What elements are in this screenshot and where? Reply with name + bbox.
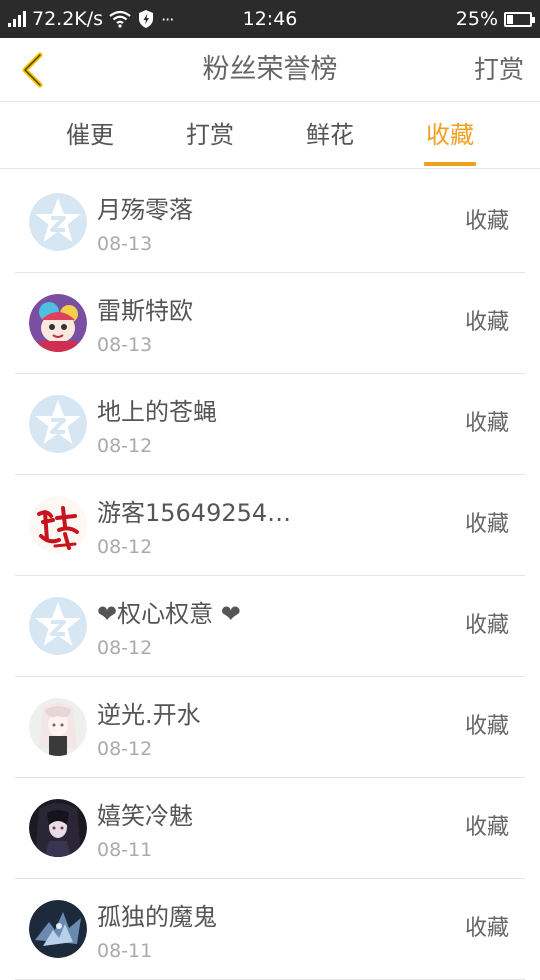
tab-flowers[interactable]: 鲜花 <box>270 102 390 168</box>
avatar <box>29 698 87 756</box>
title-bar: 粉丝荣誉榜 打赏 <box>0 38 540 102</box>
fan-date: 08-13 <box>97 233 153 255</box>
fan-name: ❤权心权意 ❤ <box>97 600 241 628</box>
active-tab-indicator <box>424 162 476 166</box>
list-item[interactable]: 孤独的魔鬼 08-11 收藏 <box>15 879 525 980</box>
fan-date: 08-12 <box>97 435 153 457</box>
fan-date: 08-11 <box>97 940 153 962</box>
shield-icon <box>139 10 154 28</box>
fan-date: 08-12 <box>97 738 153 760</box>
list-item[interactable]: 嬉笑冷魅 08-11 收藏 <box>15 778 525 879</box>
tab-label: 催更 <box>66 121 114 149</box>
tab-label: 打赏 <box>186 121 234 149</box>
avatar <box>29 294 87 352</box>
favorite-label: 收藏 <box>464 209 509 234</box>
favorite-label: 收藏 <box>464 916 509 941</box>
list-item[interactable]: 游客15649254… 08-12 收藏 <box>15 475 525 576</box>
avatar <box>29 799 87 857</box>
fan-date: 08-13 <box>97 334 153 356</box>
chevron-left-icon <box>22 52 43 88</box>
favorite-label: 收藏 <box>464 310 509 335</box>
tab-favorites[interactable]: 收藏 <box>390 102 510 168</box>
tab-label: 鲜花 <box>306 121 354 149</box>
reward-button[interactable]: 打赏 <box>474 38 524 101</box>
fan-name: 逆光.开水 <box>97 701 201 729</box>
status-bar: 72.2K/s ··· 12:46 25% <box>0 0 540 38</box>
network-speed: 72.2K/s <box>32 8 104 30</box>
list-item[interactable]: ❤权心权意 ❤ 08-12 收藏 <box>15 576 525 677</box>
tab-reward[interactable]: 打赏 <box>150 102 270 168</box>
favorite-label: 收藏 <box>464 512 509 537</box>
fan-date: 08-12 <box>97 536 153 558</box>
favorite-label: 收藏 <box>464 613 509 638</box>
fan-name: 雷斯特欧 <box>97 297 193 325</box>
battery-icon <box>504 11 535 27</box>
more-notifications-icon: ··· <box>161 9 174 29</box>
list-item[interactable]: 雷斯特欧 08-13 收藏 <box>15 273 525 374</box>
avatar <box>29 395 87 453</box>
avatar <box>29 900 87 958</box>
signal-icon <box>8 11 26 27</box>
page-title: 粉丝荣誉榜 <box>202 54 338 85</box>
tab-label: 收藏 <box>426 121 474 149</box>
fan-name: 地上的苍蝇 <box>97 398 217 426</box>
fan-list: 月殇零落 08-13 收藏 雷斯特欧 08-13 收藏 地上的苍蝇 08-12 … <box>0 172 540 980</box>
wifi-icon <box>109 10 131 28</box>
tab-urge[interactable]: 催更 <box>30 102 150 168</box>
favorite-label: 收藏 <box>464 815 509 840</box>
fan-date: 08-12 <box>97 637 153 659</box>
battery-percent: 25% <box>455 8 498 30</box>
fan-name: 月殇零落 <box>97 196 193 224</box>
avatar <box>29 193 87 251</box>
fan-date: 08-11 <box>97 839 153 861</box>
back-button[interactable] <box>10 48 54 92</box>
tab-bar: 催更 打赏 鲜花 收藏 <box>0 102 540 169</box>
fan-name: 嬉笑冷魅 <box>97 802 193 830</box>
list-item[interactable]: 逆光.开水 08-12 收藏 <box>15 677 525 778</box>
avatar <box>29 597 87 655</box>
list-item[interactable]: 月殇零落 08-13 收藏 <box>15 172 525 273</box>
list-item[interactable]: 地上的苍蝇 08-12 收藏 <box>15 374 525 475</box>
fan-name: 游客15649254… <box>97 499 292 527</box>
avatar <box>29 496 87 554</box>
favorite-label: 收藏 <box>464 411 509 436</box>
favorite-label: 收藏 <box>464 714 509 739</box>
fan-name: 孤独的魔鬼 <box>97 903 217 931</box>
